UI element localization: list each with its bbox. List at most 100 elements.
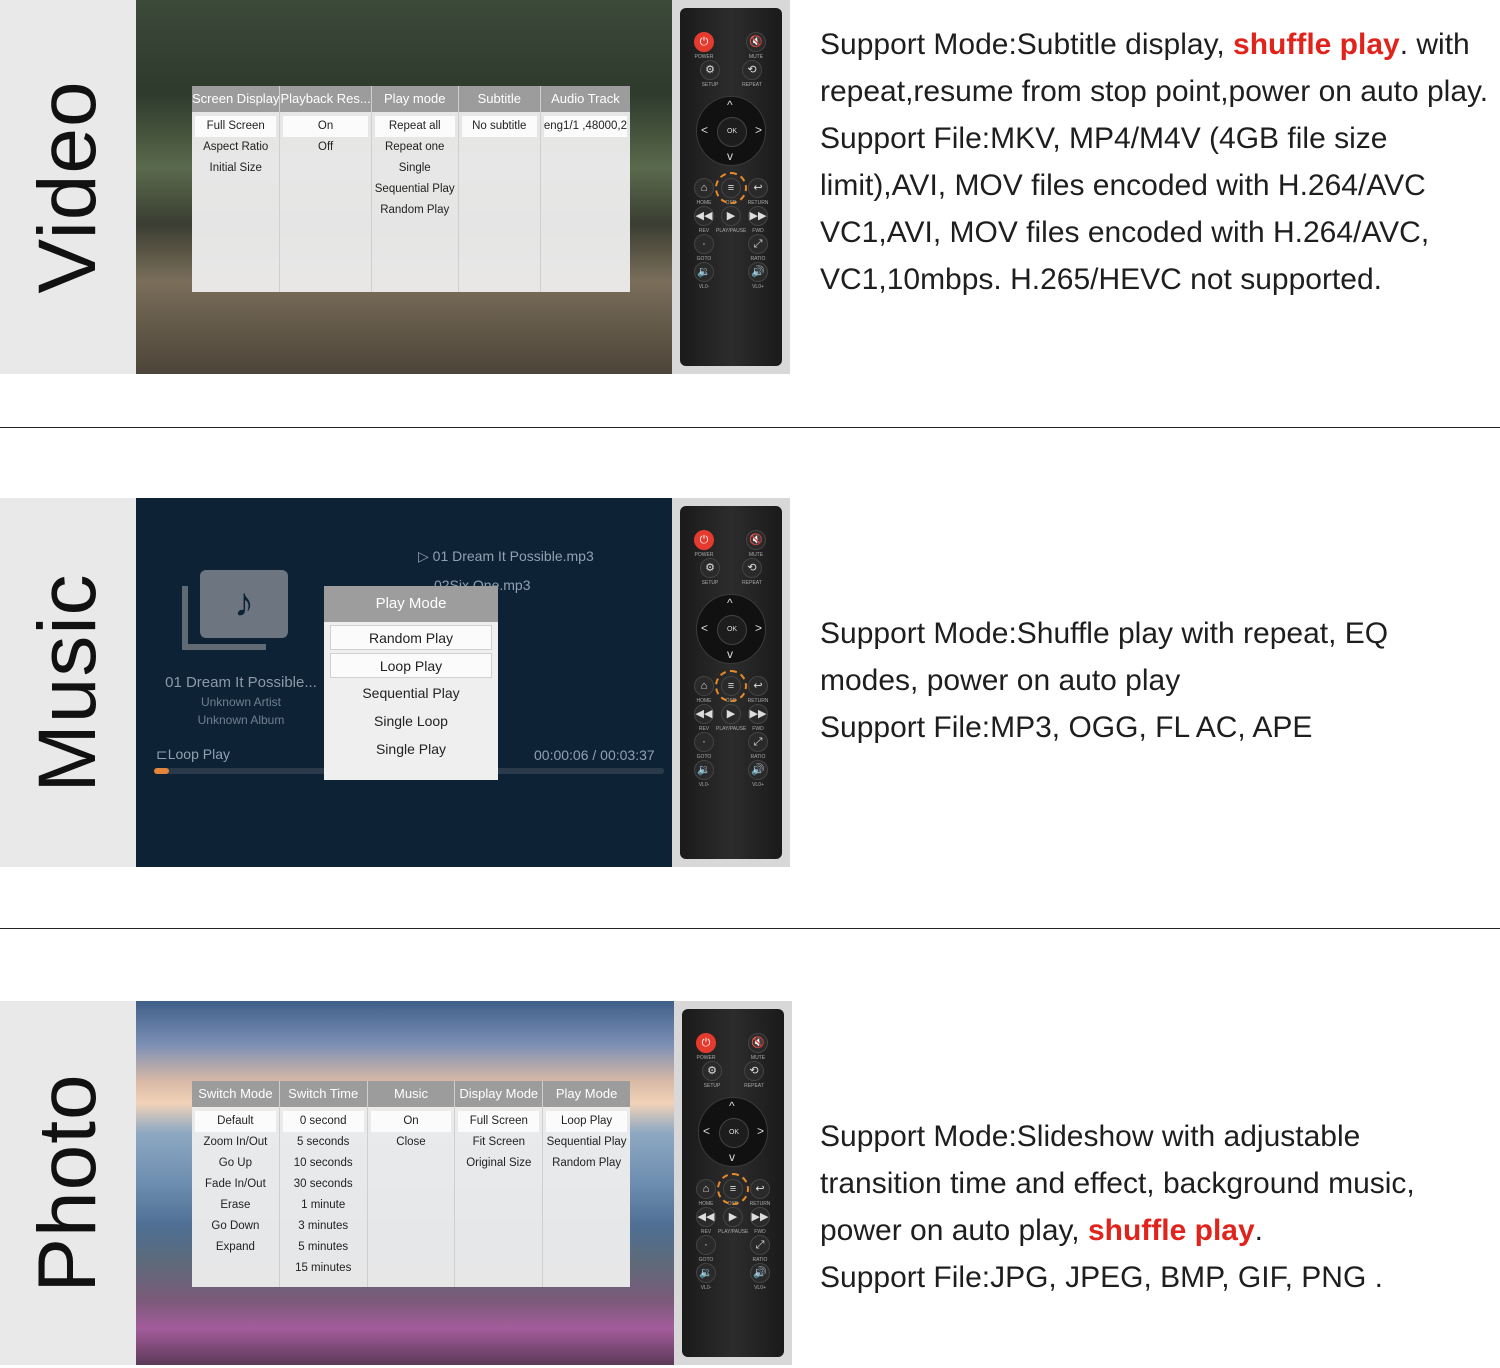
menu-column-header[interactable]: Switch Time [279, 1081, 367, 1107]
repeat-button[interactable]: ⟲ [742, 558, 762, 578]
return-button[interactable]: ↩ [750, 1179, 770, 1199]
menu-column-header[interactable]: Audio Track [540, 86, 630, 112]
menu-option[interactable]: Loop Play [546, 1111, 627, 1132]
rev-button[interactable]: ◀◀ [694, 704, 714, 724]
power-button[interactable]: ⏻ [696, 1033, 716, 1053]
fwd-button[interactable]: ▶▶ [748, 206, 768, 226]
return-button[interactable]: ↩ [748, 676, 768, 696]
up-arrow-icon[interactable]: ^ [727, 596, 733, 610]
menu-option[interactable]: Expand [195, 1237, 276, 1258]
menu-option[interactable]: Off [283, 137, 367, 158]
up-arrow-icon[interactable]: ^ [729, 1099, 735, 1113]
menu-option[interactable]: On [370, 1111, 452, 1132]
down-arrow-icon[interactable]: v [727, 647, 733, 661]
volume-up-button[interactable]: 🔊 [748, 760, 768, 780]
mute-button[interactable]: 🔇 [748, 1033, 768, 1053]
rev-button[interactable]: ◀◀ [696, 1207, 716, 1227]
up-arrow-icon[interactable]: ^ [727, 98, 733, 112]
menu-option[interactable]: 0 second [282, 1111, 364, 1132]
menu-option[interactable]: Random Play [546, 1153, 627, 1174]
menu-option[interactable]: Fade In/Out [195, 1174, 276, 1195]
volume-up-button[interactable]: 🔊 [748, 262, 768, 282]
menu-column-header[interactable]: Switch Mode [192, 1081, 279, 1107]
menu-option[interactable]: Default [195, 1111, 276, 1132]
ok-button[interactable]: OK [717, 117, 747, 147]
playlist-item[interactable]: ▷ 01 Dream It Possible.mp3 [418, 548, 594, 565]
menu-option[interactable]: 10 seconds [283, 1153, 364, 1174]
left-arrow-icon[interactable]: < [701, 123, 708, 137]
right-arrow-icon[interactable]: > [755, 621, 762, 635]
direction-pad[interactable]: ^ v < > OK [696, 96, 766, 166]
down-arrow-icon[interactable]: v [727, 149, 733, 163]
menu-option[interactable]: Close [371, 1132, 452, 1153]
menu-option[interactable]: 5 seconds [283, 1132, 364, 1153]
menu-column-header[interactable]: Playback Res... [280, 86, 371, 112]
menu-column-header[interactable]: Play mode [371, 86, 458, 112]
play-mode-option[interactable]: Sequential Play [330, 681, 492, 706]
menu-option[interactable]: 1 minute [283, 1195, 364, 1216]
right-arrow-icon[interactable]: > [757, 1124, 764, 1138]
direction-pad[interactable]: ^ v < > OK [696, 594, 766, 664]
menu-option[interactable]: Sequential Play [375, 179, 455, 200]
menu-option[interactable]: Zoom In/Out [195, 1132, 276, 1153]
fwd-button[interactable]: ▶▶ [750, 1207, 770, 1227]
mute-button[interactable]: 🔇 [746, 530, 766, 550]
ok-button[interactable]: OK [719, 1118, 749, 1148]
left-arrow-icon[interactable]: < [701, 621, 708, 635]
menu-option[interactable]: Erase [195, 1195, 276, 1216]
fwd-button[interactable]: ▶▶ [748, 704, 768, 724]
menu-option[interactable]: 5 minutes [283, 1237, 364, 1258]
play-mode-option[interactable]: Loop Play [330, 653, 492, 678]
menu-column-header[interactable]: Music [367, 1081, 455, 1107]
menu-option[interactable]: Repeat one [375, 137, 455, 158]
setup-button[interactable]: ⚙ [700, 558, 720, 578]
play-mode-option[interactable]: Random Play [330, 625, 492, 650]
repeat-button[interactable]: ⟲ [744, 1061, 764, 1081]
ok-button[interactable]: OK [717, 615, 747, 645]
menu-option[interactable]: No subtitle [461, 116, 537, 137]
play-mode-option[interactable]: Single Loop [330, 709, 492, 734]
goto-button[interactable]: · [694, 234, 714, 254]
repeat-button[interactable]: ⟲ [742, 60, 762, 80]
power-button[interactable]: ⏻ [694, 32, 714, 52]
volume-down-button[interactable]: 🔉 [696, 1263, 716, 1283]
menu-option[interactable]: 30 seconds [283, 1174, 364, 1195]
menu-option[interactable]: Original Size [458, 1153, 539, 1174]
menu-option[interactable]: Single [375, 158, 455, 179]
right-arrow-icon[interactable]: > [755, 123, 762, 137]
menu-option[interactable]: On [283, 116, 368, 137]
menu-option[interactable]: 3 minutes [283, 1216, 364, 1237]
menu-option[interactable]: Full Screen [195, 116, 277, 137]
volume-down-button[interactable]: 🔉 [694, 760, 714, 780]
menu-option[interactable]: Full Screen [458, 1111, 540, 1132]
left-arrow-icon[interactable]: < [703, 1124, 710, 1138]
play-pause-button[interactable]: ▶ [721, 206, 741, 226]
return-button[interactable]: ↩ [748, 178, 768, 198]
menu-column-header[interactable]: Play Mode [543, 1081, 630, 1107]
setup-button[interactable]: ⚙ [700, 60, 720, 80]
mute-button[interactable]: 🔇 [746, 32, 766, 52]
home-button[interactable]: ⌂ [694, 676, 714, 696]
home-button[interactable]: ⌂ [694, 178, 714, 198]
menu-option[interactable]: Aspect Ratio [195, 137, 276, 158]
menu-column-header[interactable]: Display Mode [455, 1081, 543, 1107]
menu-option[interactable]: Go Down [195, 1216, 276, 1237]
menu-option[interactable]: eng1/1 ,48000,2 [543, 116, 627, 137]
direction-pad[interactable]: ^ v < > OK [698, 1097, 768, 1167]
ratio-button[interactable]: ⤢ [748, 732, 768, 752]
play-pause-button[interactable]: ▶ [723, 1207, 743, 1227]
power-button[interactable]: ⏻ [694, 530, 714, 550]
rev-button[interactable]: ◀◀ [694, 206, 714, 226]
menu-option[interactable]: Repeat all [374, 116, 455, 137]
ratio-button[interactable]: ⤢ [748, 234, 768, 254]
goto-button[interactable]: · [694, 732, 714, 752]
volume-down-button[interactable]: 🔉 [694, 262, 714, 282]
menu-column-header[interactable]: Subtitle [458, 86, 540, 112]
goto-button[interactable]: · [696, 1235, 716, 1255]
home-button[interactable]: ⌂ [696, 1179, 716, 1199]
ratio-button[interactable]: ⤢ [750, 1235, 770, 1255]
menu-option[interactable]: Sequential Play [546, 1132, 627, 1153]
play-pause-button[interactable]: ▶ [721, 704, 741, 724]
menu-column-header[interactable]: Screen Display [192, 86, 280, 112]
setup-button[interactable]: ⚙ [702, 1061, 722, 1081]
